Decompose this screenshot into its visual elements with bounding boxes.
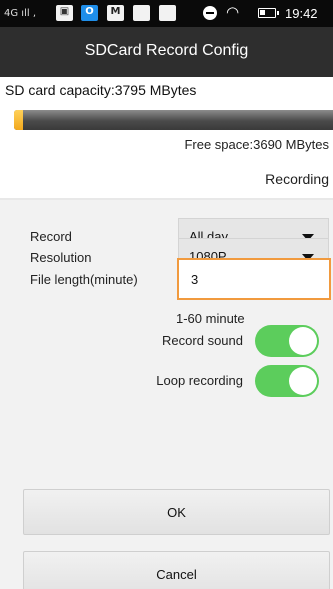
minus-circle-icon [203,6,217,20]
page-title: SDCard Record Config [84,42,249,59]
recording-status: Recording [265,171,329,187]
file-length-input[interactable] [177,258,331,300]
free-space-label: Free space:3690 MBytes [184,137,329,152]
app-icon [133,5,150,21]
file-length-label: File length(minute) [30,272,138,287]
cancel-button-label: Cancel [156,566,197,582]
outlook-icon: O [81,5,98,21]
gallery-icon: ▣ [56,5,73,21]
battery-icon [258,8,279,18]
signal-icon: 4G ıll , [4,8,36,19]
record-sound-toggle[interactable] [255,325,319,357]
app-icon [159,5,176,21]
email-icon: M [107,5,124,21]
status-bar: 4G ıll , ▣ O M ◠ 19:42 [0,0,333,27]
record-label: Record [30,229,72,244]
title-bar: SDCard Record Config [0,27,333,77]
network-type: 4G [4,8,19,19]
storage-progress-bar [14,110,333,130]
toggle-knob [289,367,317,395]
record-sound-label: Record sound [162,333,243,348]
status-time: 19:42 [285,6,318,21]
loop-recording-toggle[interactable] [255,365,319,397]
wifi-icon: ◠ [226,3,240,21]
capacity-label: SD card capacity:3795 MBytes [5,82,197,98]
file-length-hint: 1-60 minute [176,311,245,326]
toggle-knob [289,327,317,355]
cancel-button[interactable]: Cancel [23,551,330,589]
loop-recording-label: Loop recording [156,373,243,388]
storage-used-fill [14,110,23,130]
resolution-label: Resolution [30,250,92,265]
ok-button[interactable]: OK [23,489,330,535]
ok-button-label: OK [167,504,186,520]
